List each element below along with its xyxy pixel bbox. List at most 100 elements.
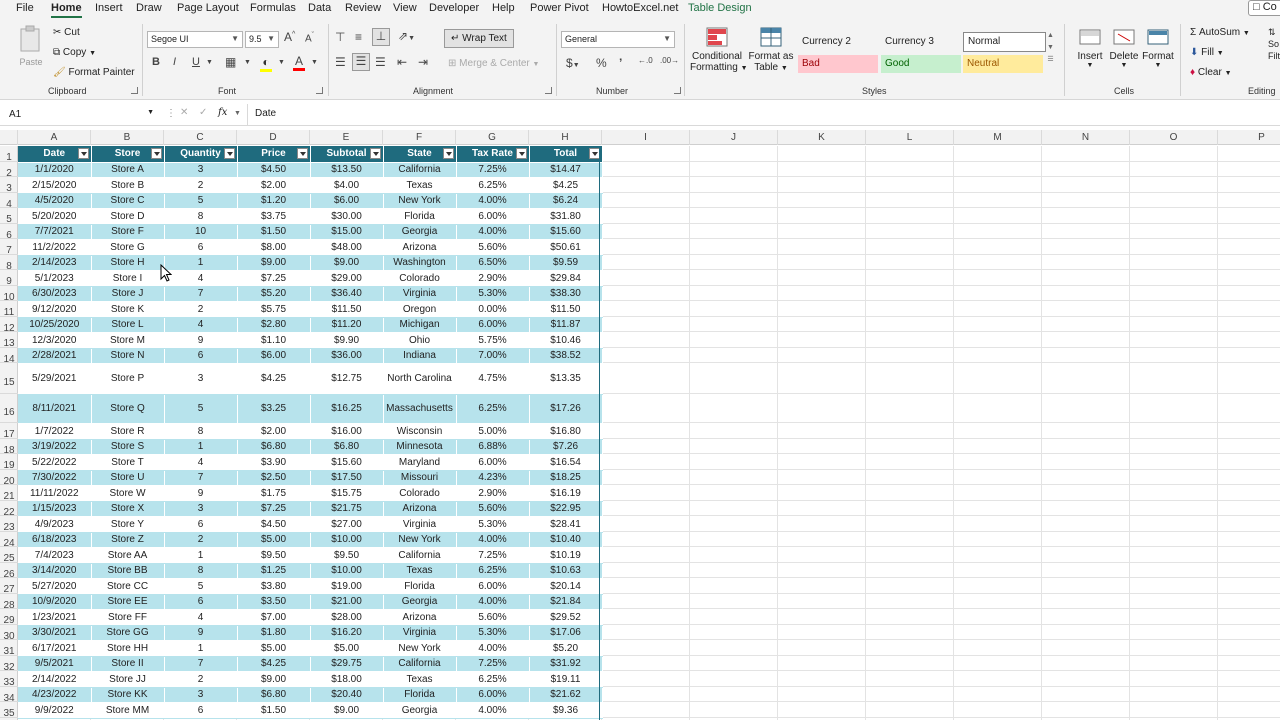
table-cell[interactable]: $9.00 — [310, 255, 384, 271]
table-cell[interactable]: 6.50% — [456, 255, 530, 271]
row-header[interactable]: 35 — [0, 702, 18, 719]
table-cell[interactable]: $5.00 — [310, 640, 384, 657]
tab-help[interactable]: Help — [492, 2, 515, 14]
table-cell[interactable]: $6.00 — [237, 348, 311, 364]
table-cell[interactable]: $48.00 — [310, 239, 384, 256]
tab-file[interactable]: File — [16, 2, 34, 14]
table-cell[interactable]: 9/12/2020 — [18, 301, 92, 318]
table-cell[interactable]: Virginia — [383, 625, 457, 641]
grow-font-button[interactable]: A^ — [284, 30, 295, 44]
table-cell[interactable]: 7/4/2023 — [18, 547, 92, 564]
table-cell[interactable]: 6.00% — [456, 208, 530, 225]
table-cell[interactable]: $21.62 — [529, 687, 603, 703]
table-cell[interactable]: 4.00% — [456, 532, 530, 548]
table-cell[interactable]: $10.00 — [310, 532, 384, 548]
table-header-cell[interactable]: Date — [18, 146, 92, 163]
insert-function-button[interactable]: fx — [218, 107, 227, 118]
increase-indent-icon[interactable]: ⇥ — [418, 55, 428, 69]
table-cell[interactable]: Virginia — [383, 516, 457, 533]
column-header-l[interactable]: L — [866, 130, 954, 145]
table-cell[interactable]: $31.80 — [529, 208, 603, 225]
table-cell[interactable]: 10/9/2020 — [18, 594, 92, 610]
table-cell[interactable]: $15.00 — [310, 224, 384, 240]
tab-howtoexcel[interactable]: HowtoExcel.net — [602, 2, 678, 14]
autosum-button[interactable]: Σ AutoSum ▼ — [1190, 27, 1250, 38]
row-header[interactable]: 32 — [0, 656, 18, 673]
align-left-icon[interactable]: ☰ — [335, 55, 346, 69]
copy-button[interactable]: ⧉ Copy ▼ — [53, 47, 96, 58]
table-cell[interactable]: $10.19 — [529, 547, 603, 564]
table-cell[interactable]: 4 — [164, 270, 238, 287]
wrap-text-button[interactable]: ↵ Wrap Text — [444, 29, 514, 48]
table-cell[interactable]: Store MM — [91, 702, 165, 719]
table-cell[interactable]: 4.00% — [456, 193, 530, 209]
table-cell[interactable]: 2/14/2022 — [18, 671, 92, 688]
table-cell[interactable]: Arizona — [383, 501, 457, 517]
row-header[interactable]: 31 — [0, 640, 18, 657]
table-cell[interactable]: Store U — [91, 470, 165, 486]
table-cell[interactable]: 7.25% — [456, 547, 530, 564]
table-cell[interactable]: Washington — [383, 255, 457, 271]
row-header[interactable]: 11 — [0, 301, 18, 318]
table-cell[interactable]: 4/23/2022 — [18, 687, 92, 703]
table-cell[interactable]: 4/5/2020 — [18, 193, 92, 209]
table-cell[interactable]: 5/22/2022 — [18, 454, 92, 471]
column-header-f[interactable]: F — [383, 130, 456, 145]
row-header[interactable]: 14 — [0, 348, 18, 365]
table-cell[interactable]: $4.25 — [237, 656, 311, 672]
table-cell[interactable]: Michigan — [383, 317, 457, 333]
row-header[interactable]: 24 — [0, 532, 18, 549]
column-header-d[interactable]: D — [237, 130, 310, 145]
table-cell[interactable]: 2 — [164, 532, 238, 548]
table-cell[interactable]: 1/15/2023 — [18, 501, 92, 517]
table-cell[interactable]: Colorado — [383, 485, 457, 502]
filter-dropdown-icon[interactable] — [150, 148, 162, 159]
table-cell[interactable]: 9 — [164, 625, 238, 641]
table-cell[interactable]: Store N — [91, 348, 165, 364]
table-cell[interactable]: Arizona — [383, 239, 457, 256]
clear-button[interactable]: ♦ Clear ▼ — [1190, 67, 1232, 78]
table-header-cell[interactable]: Subtotal — [310, 146, 384, 163]
delete-cells-button[interactable]: Delete ▼ — [1108, 26, 1140, 69]
table-cell[interactable]: $21.84 — [529, 594, 603, 610]
row-header[interactable]: 1 — [0, 146, 18, 163]
table-cell[interactable]: $7.25 — [237, 270, 311, 287]
table-cell[interactable]: Store Z — [91, 532, 165, 548]
table-cell[interactable]: Oregon — [383, 301, 457, 318]
table-cell[interactable]: $1.20 — [237, 193, 311, 209]
table-cell[interactable]: $6.80 — [237, 687, 311, 703]
row-header[interactable]: 25 — [0, 547, 18, 564]
table-cell[interactable]: 3/30/2021 — [18, 625, 92, 641]
table-cell[interactable]: 7 — [164, 656, 238, 672]
table-cell[interactable]: 2 — [164, 301, 238, 318]
clipboard-launcher-icon[interactable] — [131, 87, 138, 94]
table-cell[interactable]: $9.50 — [310, 547, 384, 564]
percent-icon[interactable]: % — [596, 56, 607, 70]
table-cell[interactable]: Store X — [91, 501, 165, 517]
table-cell[interactable]: 5 — [164, 193, 238, 209]
table-cell[interactable]: Store AA — [91, 547, 165, 564]
tab-data[interactable]: Data — [308, 2, 331, 14]
table-header-cell[interactable]: Price — [237, 146, 311, 163]
table-cell[interactable]: $1.80 — [237, 625, 311, 641]
chevron-down-icon[interactable]: ▼ — [206, 59, 213, 66]
table-cell[interactable]: 7.25% — [456, 162, 530, 178]
table-cell[interactable]: California — [383, 656, 457, 672]
column-header-h[interactable]: H — [529, 130, 602, 145]
row-header[interactable]: 23 — [0, 516, 18, 533]
table-cell[interactable]: Store KK — [91, 687, 165, 703]
chevron-down-icon[interactable]: ▼ — [278, 59, 285, 66]
table-cell[interactable]: $29.00 — [310, 270, 384, 287]
table-cell[interactable]: $15.60 — [310, 454, 384, 471]
table-cell[interactable]: Store A — [91, 162, 165, 178]
table-cell[interactable]: $22.95 — [529, 501, 603, 517]
table-cell[interactable]: $16.20 — [310, 625, 384, 641]
table-cell[interactable]: 3 — [164, 162, 238, 178]
table-cell[interactable]: $10.63 — [529, 563, 603, 579]
align-top-icon[interactable]: ⊤ — [335, 30, 345, 44]
table-cell[interactable]: 5/29/2021 — [18, 363, 92, 395]
row-header[interactable]: 13 — [0, 332, 18, 349]
table-cell[interactable]: 5/27/2020 — [18, 578, 92, 595]
column-header-a[interactable]: A — [18, 130, 91, 145]
table-cell[interactable]: $3.80 — [237, 578, 311, 595]
